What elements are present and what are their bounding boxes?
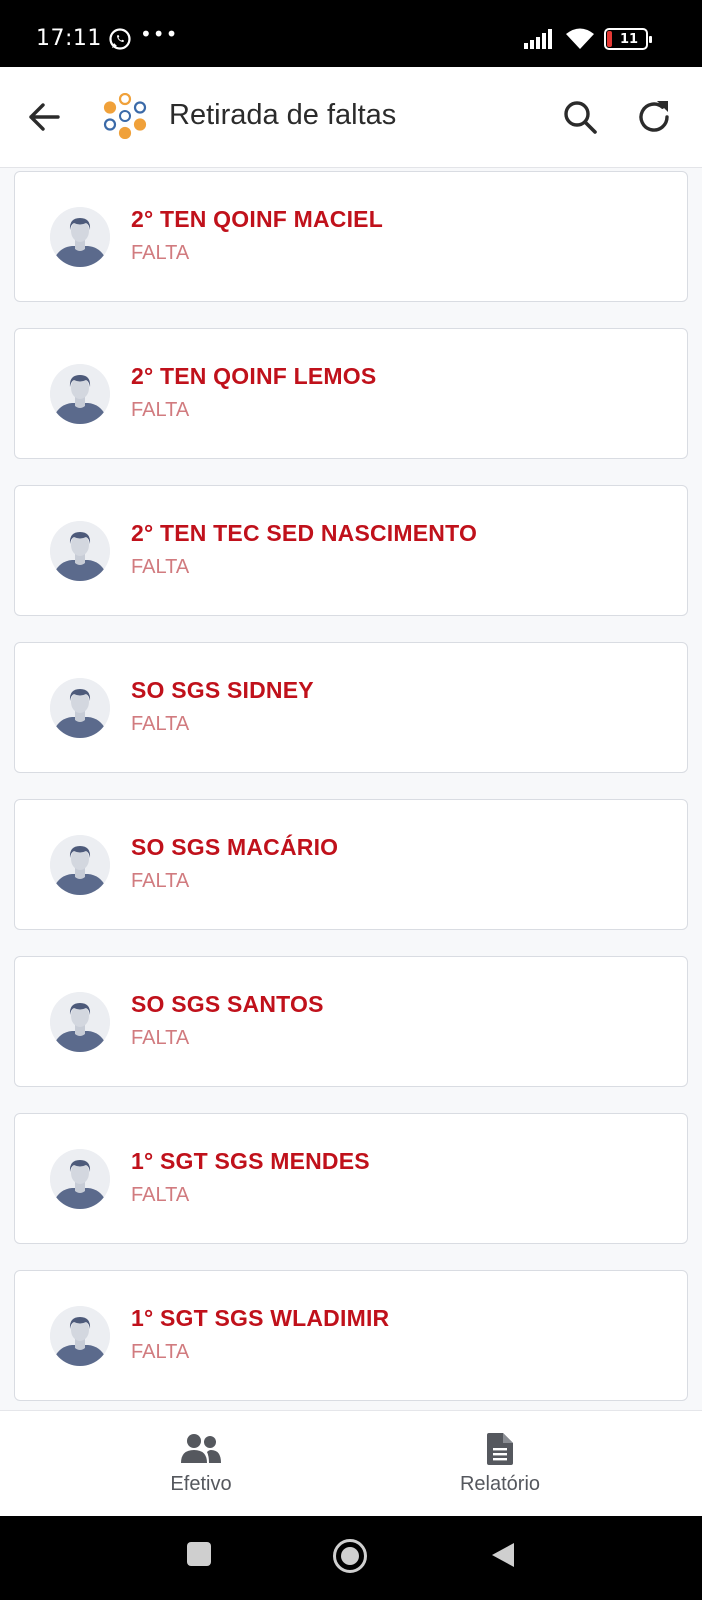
list-item[interactable]: SO SGS MACÁRIO FALTA <box>14 799 688 930</box>
status-label: FALTA <box>131 556 190 578</box>
status-label: FALTA <box>131 870 190 892</box>
system-navigation-bar <box>0 1516 702 1600</box>
person-name: 2° TEN QOINF LEMOS <box>131 363 377 389</box>
document-icon <box>487 1433 513 1465</box>
list-item[interactable]: SO SGS SIDNEY FALTA <box>14 642 688 773</box>
person-name: 1° SGT SGS WLADIMIR <box>131 1305 390 1331</box>
avatar-icon <box>50 521 110 581</box>
absence-list: 2° TEN QOINF MACIEL FALTA 2° TEN QOINF LEM… <box>0 168 702 1410</box>
list-item[interactable]: 2° TEN QOINF MACIEL FALTA <box>14 171 688 302</box>
battery-level: 11 <box>619 31 639 47</box>
person-name: SO SGS SIDNEY <box>131 677 314 703</box>
refresh-icon[interactable] <box>632 95 676 139</box>
more-notifications-icon: ••• <box>140 22 179 46</box>
person-name: SO SGS MACÁRIO <box>131 834 339 860</box>
list-item[interactable]: 2° TEN QOINF LEMOS FALTA <box>14 328 688 459</box>
list-item[interactable]: 1° SGT SGS WLADIMIR FALTA <box>14 1270 688 1401</box>
app-logo-icon <box>103 93 147 139</box>
status-label: FALTA <box>131 399 190 421</box>
status-label: FALTA <box>131 1027 190 1049</box>
person-name: SO SGS SANTOS <box>131 991 324 1017</box>
bottom-navigation: Efetivo Relatório <box>0 1410 702 1516</box>
app-bar: Retirada de faltas <box>0 67 702 168</box>
battery-icon: 11 <box>604 28 652 50</box>
list-item[interactable]: 1° SGT SGS MENDES FALTA <box>14 1113 688 1244</box>
wifi-icon <box>566 28 594 49</box>
recent-apps-icon[interactable] <box>186 1541 212 1567</box>
status-label: FALTA <box>131 1341 190 1363</box>
status-bar: 17:11 ••• 11 <box>0 0 702 67</box>
avatar-icon <box>50 678 110 738</box>
avatar-icon <box>50 1149 110 1209</box>
page-title: Retirada de faltas <box>169 99 397 131</box>
avatar-icon <box>50 992 110 1052</box>
whatsapp-icon <box>109 28 131 50</box>
users-icon <box>181 1434 221 1463</box>
status-label: FALTA <box>131 713 190 735</box>
avatar-icon <box>50 207 110 267</box>
avatar-icon <box>50 1306 110 1366</box>
home-icon[interactable] <box>332 1538 368 1574</box>
avatar-icon <box>50 835 110 895</box>
list-item[interactable]: SO SGS SANTOS FALTA <box>14 956 688 1087</box>
status-label: FALTA <box>131 1184 190 1206</box>
status-label: FALTA <box>131 242 190 264</box>
avatar-icon <box>50 364 110 424</box>
nav-efetivo[interactable]: Efetivo <box>55 1411 347 1517</box>
person-name: 1° SGT SGS MENDES <box>131 1148 370 1174</box>
search-icon[interactable] <box>560 97 600 137</box>
nav-relatorio-label: Relatório <box>459 1473 541 1495</box>
back-arrow-icon[interactable] <box>24 97 64 137</box>
list-item[interactable]: 2° TEN TEC SED NASCIMENTO FALTA <box>14 485 688 616</box>
status-indicators: 11 <box>524 26 652 52</box>
person-name: 2° TEN QOINF MACIEL <box>131 206 383 232</box>
nav-relatorio[interactable]: Relatório <box>354 1411 646 1517</box>
status-time: 17:11 <box>36 26 102 51</box>
person-name: 2° TEN TEC SED NASCIMENTO <box>131 520 478 546</box>
back-icon[interactable] <box>490 1541 516 1569</box>
signal-icon <box>524 29 552 49</box>
nav-efetivo-label: Efetivo <box>170 1473 232 1495</box>
